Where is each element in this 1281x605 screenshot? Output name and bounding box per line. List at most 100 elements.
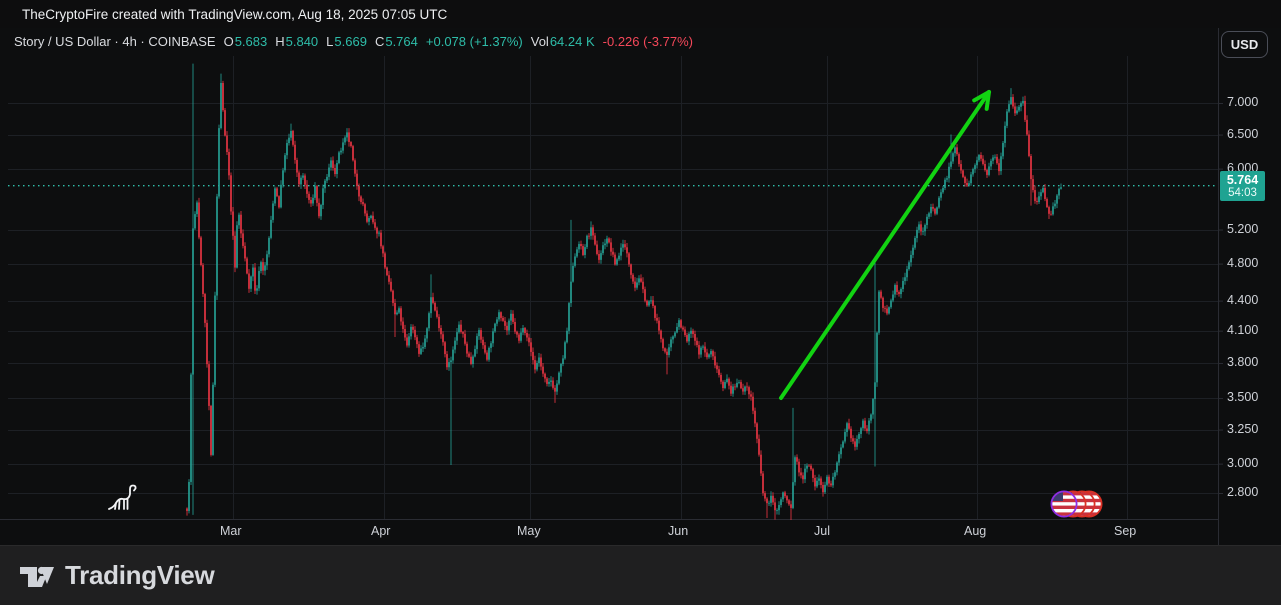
- candle: [260, 260, 262, 274]
- candle: [430, 274, 432, 318]
- candle: [188, 479, 190, 514]
- candle: [468, 351, 470, 358]
- candle: [490, 341, 492, 353]
- candle: [890, 298, 892, 309]
- candle: [686, 332, 688, 343]
- candle: [1024, 95, 1026, 122]
- candle: [834, 470, 836, 480]
- high-value: H 5.840: [275, 34, 319, 49]
- candle: [444, 340, 446, 358]
- candle: [540, 353, 542, 371]
- candle: [932, 203, 934, 212]
- candle: [220, 73, 222, 130]
- candle: [728, 377, 730, 390]
- candle: [554, 385, 556, 403]
- candle: [762, 470, 764, 496]
- candle: [776, 508, 778, 515]
- candle: [344, 135, 346, 146]
- candle: [432, 292, 434, 305]
- candle: [570, 219, 572, 308]
- candle: [528, 333, 530, 347]
- candle: [738, 379, 740, 385]
- candle: [214, 291, 216, 388]
- candle: [318, 198, 320, 219]
- candle: [446, 351, 448, 370]
- candle: [556, 380, 558, 395]
- candle: [244, 242, 246, 262]
- candle: [624, 239, 626, 250]
- candle: [928, 211, 930, 219]
- candle: [702, 344, 704, 350]
- us-flag-stickers-icon[interactable]: [1046, 488, 1106, 520]
- candle: [284, 152, 286, 173]
- candle: [376, 226, 378, 239]
- candle: [744, 385, 746, 395]
- candle: [760, 450, 762, 477]
- bar-countdown: 54:03: [1228, 186, 1257, 199]
- tradingview-logo-icon: [20, 566, 54, 587]
- candle: [544, 372, 546, 383]
- candle: [332, 156, 334, 171]
- candle: [830, 480, 832, 488]
- candle: [518, 332, 520, 344]
- candle: [1044, 184, 1046, 202]
- candle: [832, 472, 834, 488]
- candle: [696, 337, 698, 348]
- candle: [400, 306, 402, 326]
- candle: [372, 211, 374, 225]
- candle: [800, 467, 802, 479]
- candle: [358, 183, 360, 202]
- candle: [488, 346, 490, 362]
- candle: [200, 235, 202, 267]
- candle: [710, 348, 712, 358]
- tradingview-logo-link[interactable]: TradingView: [18, 559, 215, 593]
- currency-button[interactable]: USD: [1221, 31, 1268, 58]
- candle: [764, 490, 766, 502]
- candle: [212, 382, 214, 456]
- candle: [356, 169, 358, 190]
- candle: [736, 378, 738, 389]
- candle: [304, 173, 306, 189]
- candle: [568, 301, 570, 335]
- candle: [1046, 197, 1048, 209]
- candle: [998, 158, 1000, 176]
- candle: [1058, 187, 1060, 200]
- candle: [1012, 94, 1014, 109]
- candle: [454, 337, 456, 354]
- candle: [222, 80, 224, 112]
- candle: [984, 160, 986, 172]
- candle: [522, 324, 524, 336]
- candle: [798, 458, 800, 477]
- candle: [672, 335, 674, 344]
- dinosaur-sticker-icon[interactable]: [106, 482, 144, 514]
- candle: [380, 229, 382, 249]
- candle: [722, 380, 724, 392]
- candle: [602, 241, 604, 256]
- candle: [236, 221, 238, 269]
- candle: [974, 163, 976, 173]
- candle: [256, 285, 258, 295]
- candle: [748, 385, 750, 399]
- symbol-title[interactable]: Story / US Dollar · 4h · COINBASE: [14, 34, 216, 49]
- candle: [854, 438, 856, 451]
- candle: [680, 319, 682, 329]
- candle: [232, 207, 234, 240]
- candle: [192, 63, 194, 515]
- candle: [548, 378, 550, 387]
- price-axis[interactable]: 7.000 6.500 6.000 5.200 4.800 4.400 4.100 3.800…: [1218, 28, 1281, 519]
- candle: [990, 158, 992, 171]
- candle: [202, 263, 204, 297]
- candle: [842, 440, 844, 449]
- candle: [420, 345, 422, 356]
- candle: [780, 497, 782, 508]
- candle: [992, 154, 994, 165]
- time-axis[interactable]: Mar Apr May Jun Jul Aug Sep: [0, 519, 1218, 545]
- candle: [698, 341, 700, 359]
- candle: [726, 374, 728, 384]
- candle: [354, 158, 356, 177]
- candle: [650, 296, 652, 304]
- candle: [314, 182, 316, 201]
- candle: [560, 362, 562, 377]
- candle: [538, 352, 540, 367]
- candle: [486, 350, 488, 362]
